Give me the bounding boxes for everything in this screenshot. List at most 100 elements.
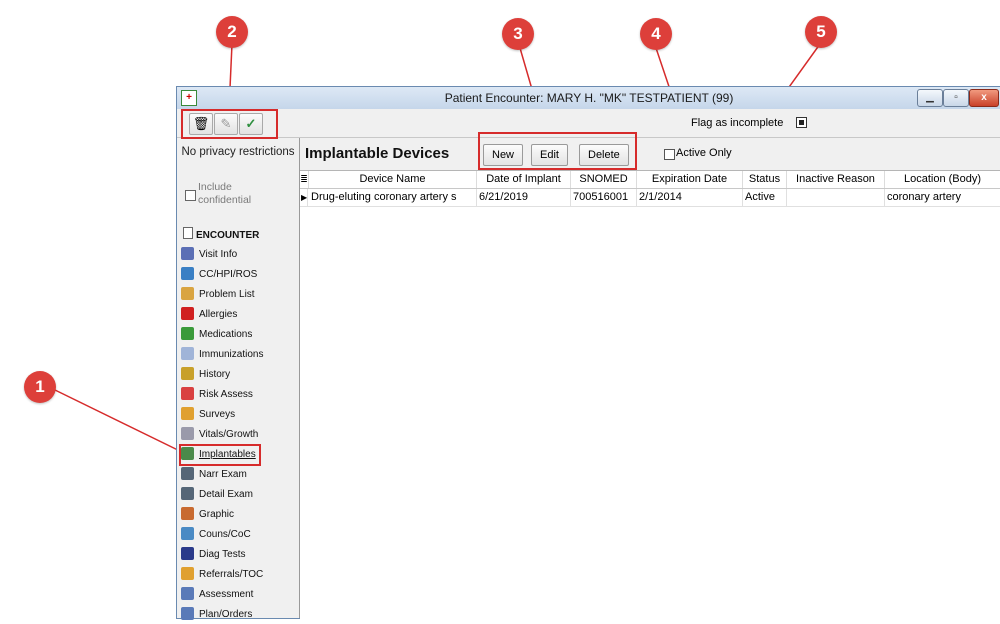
sidebar-item-label: History	[199, 369, 231, 380]
sidebar-item-label: Couns/CoC	[199, 529, 251, 540]
row-indicator-icon: ▶	[300, 189, 308, 206]
active-only-label: Active Only	[676, 147, 732, 159]
page-title: Implantable Devices	[305, 145, 450, 162]
close-button[interactable]: x	[969, 89, 999, 107]
assessment-icon	[181, 587, 194, 600]
sidebar-item-allergies[interactable]: Allergies	[181, 306, 237, 324]
risk-assess-icon	[181, 387, 194, 400]
diag-tests-icon	[181, 547, 194, 560]
privacy-status: No privacy restrictions	[181, 146, 295, 158]
callout-4: 4	[640, 18, 672, 50]
location-body-cell[interactable]: coronary artery	[885, 189, 1000, 206]
sidebar-item-surveys[interactable]: Surveys	[181, 406, 235, 424]
status-cell[interactable]: Active	[743, 189, 787, 206]
sidebar-item-label: Surveys	[199, 409, 236, 420]
devices-grid: ≣ Device Name Date of Implant SNOMED Exp…	[300, 170, 1000, 619]
surveys-icon	[181, 407, 194, 420]
encounter-section-header: ENCOUNTER	[183, 227, 259, 241]
column-header[interactable]: Expiration Date	[637, 171, 743, 188]
sidebar-item-referrals-toc[interactable]: Referrals/TOC	[181, 566, 263, 584]
column-header[interactable]: SNOMED	[571, 171, 637, 188]
sidebar-item-label: Plan/Orders	[199, 609, 253, 620]
sidebar: No privacy restrictions Include confiden…	[177, 138, 300, 620]
visit-info-icon	[181, 247, 194, 260]
active-only-checkbox[interactable]	[664, 149, 675, 160]
callout-2: 2	[216, 16, 248, 48]
expiration-date-cell[interactable]: 2/1/2014	[637, 189, 743, 206]
sidebar-item-label: Diag Tests	[199, 549, 246, 560]
sidebar-item-label: Graphic	[199, 509, 235, 520]
sidebar-item-label: Implantables	[199, 449, 256, 460]
callout-5: 5	[805, 16, 837, 48]
graphic-icon	[181, 507, 194, 520]
cc-hpi-ros-icon	[181, 267, 194, 280]
immunizations-icon	[181, 347, 194, 360]
inactive-reason-cell[interactable]	[787, 189, 885, 206]
flag-incomplete-checkbox[interactable]	[796, 117, 807, 128]
sidebar-item-label: Visit Info	[199, 249, 238, 260]
title-bar: + Patient Encounter: MARY H. "MK" TESTPA…	[177, 87, 1000, 110]
device-name-cell[interactable]: Drug-eluting coronary artery s	[309, 189, 477, 206]
sidebar-item-label: Risk Assess	[199, 389, 253, 400]
maximize-button[interactable]: ▫	[943, 89, 969, 107]
toolbar-highlight-box	[181, 109, 278, 139]
sidebar-item-risk-assess[interactable]: Risk Assess	[181, 386, 253, 404]
sidebar-item-detail-exam[interactable]: Detail Exam	[181, 486, 253, 504]
sidebar-item-label: Immunizations	[199, 349, 264, 360]
include-confidential-checkbox[interactable]	[185, 190, 196, 201]
table-row[interactable]: ▶ Drug-eluting coronary artery s 6/21/20…	[300, 189, 1000, 207]
allergies-icon	[181, 307, 194, 320]
callout-1-line	[54, 389, 187, 455]
history-icon	[181, 367, 194, 380]
sidebar-item-medications[interactable]: Medications	[181, 326, 252, 344]
sidebar-item-couns-coc[interactable]: Couns/CoC	[181, 526, 251, 544]
sidebar-item-label: Detail Exam	[199, 489, 253, 500]
sidebar-item-visit-info[interactable]: Visit Info	[181, 246, 237, 264]
sidebar-item-immunizations[interactable]: Immunizations	[181, 346, 263, 364]
sidebar-item-label: Medications	[199, 329, 253, 340]
sidebar-item-label: Narr Exam	[199, 469, 247, 480]
window-title: Patient Encounter: MARY H. "MK" TESTPATI…	[444, 91, 734, 105]
narr-exam-icon	[181, 467, 194, 480]
detail-exam-icon	[181, 487, 194, 500]
referrals-toc-icon	[181, 567, 194, 580]
sidebar-item-cc-hpi-ros[interactable]: CC/HPI/ROS	[181, 266, 257, 284]
sidebar-item-plan-orders[interactable]: Plan/Orders	[181, 606, 252, 624]
sidebar-item-label: Assessment	[199, 589, 254, 600]
column-header[interactable]: Inactive Reason	[787, 171, 885, 188]
plan-orders-icon	[181, 607, 194, 620]
encounter-header-label: ENCOUNTER	[196, 230, 260, 241]
sidebar-item-label: Problem List	[199, 289, 255, 300]
problem-list-icon	[181, 287, 194, 300]
sidebar-item-diag-tests[interactable]: Diag Tests	[181, 546, 246, 564]
callout-1: 1	[24, 371, 56, 403]
sidebar-item-implantables[interactable]: Implantables	[179, 444, 261, 466]
sidebar-item-problem-list[interactable]: Problem List	[181, 286, 255, 304]
vitals-growth-icon	[181, 427, 194, 440]
sidebar-item-history[interactable]: History	[181, 366, 230, 384]
include-confidential-label: Include confidential	[198, 181, 252, 206]
callout-3: 3	[502, 18, 534, 50]
sidebar-item-label: Allergies	[199, 309, 238, 320]
couns-coc-icon	[181, 527, 194, 540]
date-of-implant-cell[interactable]: 6/21/2019	[477, 189, 571, 206]
column-header[interactable]: Location (Body)	[885, 171, 1000, 188]
column-header[interactable]: Status	[743, 171, 787, 188]
sidebar-item-narr-exam[interactable]: Narr Exam	[181, 466, 247, 484]
implantables-icon	[181, 447, 194, 460]
sidebar-item-label: CC/HPI/ROS	[199, 269, 258, 280]
sidebar-item-vitals-growth[interactable]: Vitals/Growth	[181, 426, 258, 444]
medications-icon	[181, 327, 194, 340]
grid-header: ≣ Device Name Date of Implant SNOMED Exp…	[300, 171, 1000, 189]
document-icon	[183, 227, 193, 239]
flag-incomplete-label: Flag as incomplete	[691, 117, 784, 129]
minimize-button[interactable]: ▁	[917, 89, 943, 107]
buttons-highlight-box	[478, 132, 637, 170]
sidebar-item-label: Vitals/Growth	[199, 429, 259, 440]
sidebar-item-label: Referrals/TOC	[199, 569, 264, 580]
column-header[interactable]: Date of Implant	[477, 171, 571, 188]
column-header[interactable]: Device Name	[309, 171, 477, 188]
sidebar-item-graphic[interactable]: Graphic	[181, 506, 234, 524]
snomed-cell[interactable]: 700516001	[571, 189, 637, 206]
sidebar-item-assessment[interactable]: Assessment	[181, 586, 253, 604]
